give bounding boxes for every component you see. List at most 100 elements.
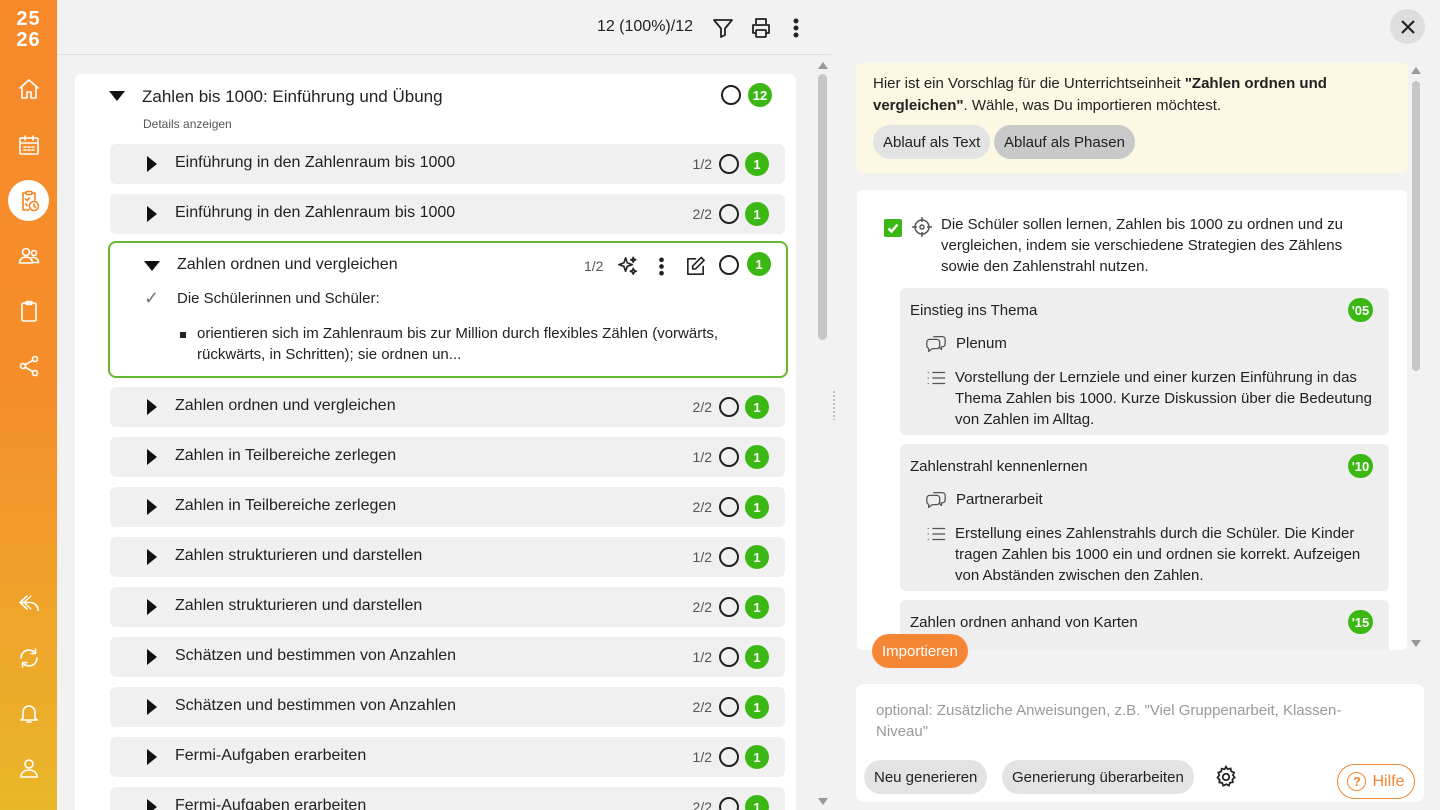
status-circle[interactable] xyxy=(719,447,739,467)
panel-resize-handle[interactable] xyxy=(832,390,836,420)
clipboard-icon[interactable] xyxy=(8,290,49,331)
edit-icon[interactable] xyxy=(681,252,709,280)
scroll-thumb[interactable] xyxy=(1412,81,1420,371)
unit-item-label: Zahlen strukturieren und darstellen xyxy=(175,597,423,614)
unit-item-label: Schätzen und bestimmen von Anzahlen xyxy=(175,697,457,714)
expand-icon[interactable] xyxy=(147,749,157,765)
close-button[interactable] xyxy=(1390,9,1425,44)
planner-icon[interactable] xyxy=(8,180,49,221)
expanded-unit-item[interactable]: Zahlen ordnen und vergleichen 1/2 1 ✓ Di… xyxy=(108,241,788,378)
status-circle[interactable] xyxy=(719,497,739,517)
status-circle[interactable] xyxy=(719,547,739,567)
unit-item[interactable]: Schätzen und bestimmen von Anzahlen 1/2 … xyxy=(110,637,785,677)
help-button[interactable]: ? Hilfe xyxy=(1337,764,1415,799)
expand-icon[interactable] xyxy=(147,499,157,515)
revise-generation-button[interactable]: Generierung überarbeiten xyxy=(1002,760,1194,794)
unit-item[interactable]: Zahlen strukturieren und darstellen 1/2 … xyxy=(110,537,785,577)
collapse-icon[interactable] xyxy=(144,261,160,271)
unit-item-label: Fermi-Aufgaben erarbeiten xyxy=(175,747,367,764)
reply-icon[interactable] xyxy=(8,582,49,623)
expand-icon[interactable] xyxy=(147,799,157,810)
print-icon[interactable] xyxy=(747,14,775,42)
flow-as-text-toggle[interactable]: Ablauf als Text xyxy=(873,125,991,159)
expand-icon[interactable] xyxy=(147,206,157,222)
phase-card[interactable]: Einstieg ins Thema '05 Plenum Vorstellun… xyxy=(900,288,1389,435)
sync-icon[interactable] xyxy=(8,637,49,678)
unit-item[interactable]: Fermi-Aufgaben erarbeiten 2/2 1 xyxy=(110,787,785,810)
lesson-badge: 1 xyxy=(747,252,771,276)
phase-duration-badge: '10 xyxy=(1348,454,1373,478)
status-circle[interactable] xyxy=(719,747,739,767)
expand-icon[interactable] xyxy=(147,399,157,415)
unit-item-part: 1/2 xyxy=(692,749,712,765)
phase-card[interactable]: Zahlenstrahl kennenlernen '10 Partnerarb… xyxy=(900,444,1389,591)
more-options-icon[interactable] xyxy=(647,252,675,280)
unit-group-card: Zahlen bis 1000: Einführung und Übung De… xyxy=(75,74,796,810)
expand-icon[interactable] xyxy=(147,599,157,615)
scroll-up-icon[interactable] xyxy=(1411,67,1421,74)
status-circle[interactable] xyxy=(719,797,739,810)
unit-item[interactable]: Einführung in den Zahlenraum bis 1000 1/… xyxy=(110,144,785,184)
checkmark-icon xyxy=(887,223,899,234)
status-circle[interactable] xyxy=(719,154,739,174)
school-year[interactable]: 25 26 xyxy=(0,9,57,51)
lesson-badge: 1 xyxy=(745,745,769,769)
bell-icon[interactable] xyxy=(8,692,49,733)
unit-group-header[interactable]: Zahlen bis 1000: Einführung und Übung De… xyxy=(75,74,796,134)
list-scrollbar[interactable] xyxy=(817,60,829,810)
expand-icon[interactable] xyxy=(147,649,157,665)
phase-title: Zahlen ordnen anhand von Karten xyxy=(910,614,1138,631)
phase-card[interactable]: Zahlen ordnen anhand von Karten '15 xyxy=(900,600,1389,650)
scroll-down-icon[interactable] xyxy=(1411,640,1421,647)
ai-sparkle-icon[interactable] xyxy=(613,252,641,280)
status-circle[interactable] xyxy=(719,204,739,224)
status-circle[interactable] xyxy=(719,597,739,617)
phase-duration-badge: '15 xyxy=(1348,610,1373,634)
unit-item[interactable]: Zahlen strukturieren und darstellen 2/2 … xyxy=(110,587,785,627)
expand-icon[interactable] xyxy=(147,699,157,715)
status-circle[interactable] xyxy=(719,647,739,667)
unit-item[interactable]: Schätzen und bestimmen von Anzahlen 2/2 … xyxy=(110,687,785,727)
share-icon[interactable] xyxy=(8,345,49,386)
lesson-badge: 1 xyxy=(745,495,769,519)
calendar-icon[interactable] xyxy=(8,124,49,165)
scroll-thumb[interactable] xyxy=(818,74,827,340)
status-circle[interactable] xyxy=(719,397,739,417)
scroll-down-icon[interactable] xyxy=(818,798,828,805)
group-title: Zahlen bis 1000: Einführung und Übung xyxy=(142,87,443,106)
gear-icon[interactable] xyxy=(1213,764,1239,795)
scroll-up-icon[interactable] xyxy=(818,62,828,69)
flow-as-phases-toggle[interactable]: Ablauf als Phasen xyxy=(994,125,1135,159)
unit-item-part: 1/2 xyxy=(692,156,712,172)
status-circle[interactable] xyxy=(719,255,739,275)
unit-item[interactable]: Einführung in den Zahlenraum bis 1000 2/… xyxy=(110,194,785,234)
collapse-icon[interactable] xyxy=(109,91,125,101)
unit-item-part: 1/2 xyxy=(692,549,712,565)
unit-item[interactable]: Zahlen in Teilbereiche zerlegen 1/2 1 xyxy=(110,437,785,477)
instructions-input[interactable]: optional: Zusätzliche Anweisungen, z.B. … xyxy=(856,684,1424,802)
regenerate-button[interactable]: Neu generieren xyxy=(864,760,988,794)
proposal-text: Hier ist ein Vorschlag für die Unterrich… xyxy=(873,73,1393,117)
expand-icon[interactable] xyxy=(147,449,157,465)
phase-duration-badge: '05 xyxy=(1348,298,1373,322)
status-circle[interactable] xyxy=(721,85,741,105)
status-circle[interactable] xyxy=(719,697,739,717)
expand-icon[interactable] xyxy=(147,549,157,565)
goal-checkbox[interactable] xyxy=(884,219,902,237)
bullet-icon xyxy=(180,332,186,338)
competency-heading: Die Schülerinnen und Schüler: xyxy=(177,290,380,307)
details-link[interactable]: Details anzeigen xyxy=(143,117,232,131)
more-options-icon[interactable] xyxy=(782,14,810,42)
filter-icon[interactable] xyxy=(709,14,737,42)
import-button[interactable]: Importieren xyxy=(872,634,968,668)
home-icon[interactable] xyxy=(8,68,49,109)
unit-item[interactable]: Zahlen in Teilbereiche zerlegen 2/2 1 xyxy=(110,487,785,527)
unit-item[interactable]: Fermi-Aufgaben erarbeiten 1/2 1 xyxy=(110,737,785,777)
profile-icon[interactable] xyxy=(8,747,49,788)
proposal-scrollbar[interactable] xyxy=(1410,63,1422,651)
unit-item[interactable]: Zahlen ordnen und vergleichen 2/2 1 xyxy=(110,387,785,427)
speech-bubbles-icon xyxy=(925,489,947,516)
expand-icon[interactable] xyxy=(147,156,157,172)
instructions-placeholder: optional: Zusätzliche Anweisungen, z.B. … xyxy=(876,702,1342,740)
users-icon[interactable] xyxy=(8,235,49,276)
